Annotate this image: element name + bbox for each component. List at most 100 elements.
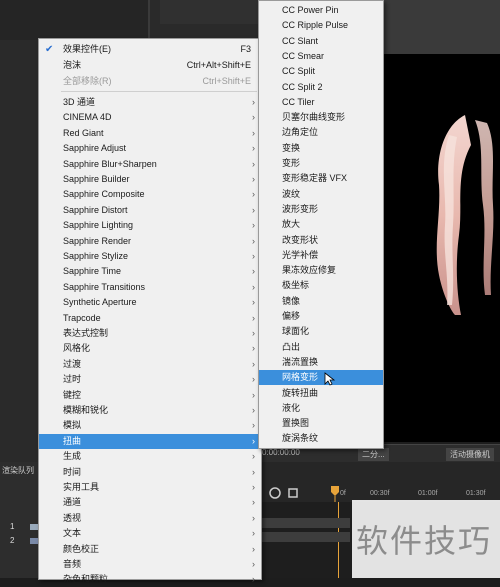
menu-item-sapphire-render[interactable]: Sapphire Render › [39,234,261,249]
menu-separator [61,91,257,92]
menu-item-时间[interactable]: 时间 › [39,465,261,480]
submenu-item-cc-ripple-pulse[interactable]: CC Ripple Pulse [259,18,383,33]
submenu-item-变换[interactable]: 变换 [259,141,383,156]
submenu-item-光学补偿[interactable]: 光学补偿 [259,248,383,263]
menu-item-扭曲[interactable]: 扭曲 › [39,433,261,449]
menu-item-label: Sapphire Blur+Sharpen [63,158,157,169]
layer-row-2[interactable]: 2 [10,536,14,545]
submenu-arrow-icon: › [252,281,255,292]
menu-item-sapphire-transitions[interactable]: Sapphire Transitions › [39,280,261,295]
submenu-arrow-icon: › [252,543,255,554]
submenu-item-变形[interactable]: 变形 [259,156,383,171]
submenu-item-label: 极坐标 [282,280,310,291]
submenu-item-cc-slant[interactable]: CC Slant [259,34,383,49]
menu-item-实用工具[interactable]: 实用工具 › [39,480,261,495]
menu-item-音频[interactable]: 音频 › [39,557,261,572]
menu-item-3d-通道[interactable]: 3D 通道 › [39,95,261,110]
submenu-item-凸出[interactable]: 凸出 [259,340,383,355]
menu-item-透视[interactable]: 透视 › [39,511,261,526]
submenu-item-果冻效应修复[interactable]: 果冻效应修复 [259,263,383,278]
distort-submenu: CC Power Pin CC Ripple Pulse CC Slant CC Sm… [258,0,384,449]
submenu-item-湍流置换[interactable]: 湍流置换 [259,355,383,370]
menu-item-模糊和锐化[interactable]: 模糊和锐化 › [39,403,261,418]
layer-row-1[interactable]: 1 [10,522,14,531]
submenu-arrow-icon: › [252,374,255,385]
menu-item-文本[interactable]: 文本 › [39,526,261,541]
submenu-arrow-icon: › [252,235,255,246]
submenu-item-cc-power-pin[interactable]: CC Power Pin [259,3,383,18]
submenu-item-放大[interactable]: 放大 [259,217,383,232]
timeline-switch-icon[interactable] [286,486,300,500]
submenu-item-置换图[interactable]: 置换图 [259,416,383,431]
menu-item-shortcut: Ctrl+Alt+Shift+E [186,60,251,70]
submenu-item-cc-smear[interactable]: CC Smear [259,49,383,64]
submenu-item-变形稳定器-vfx[interactable]: 变形稳定器 VFX [259,171,383,186]
submenu-item-label: 湍流置换 [282,356,319,367]
submenu-item-label: 光学补偿 [282,249,319,260]
menu-item-cinema-4d[interactable]: CINEMA 4D › [39,110,261,125]
submenu-arrow-icon: › [252,204,255,215]
submenu-item-cc-split[interactable]: CC Split [259,64,383,79]
submenu-item-波纹[interactable]: 波纹 [259,187,383,202]
menu-item-red-giant[interactable]: Red Giant › [39,126,261,141]
submenu-item-液化[interactable]: 液化 [259,401,383,416]
submenu-item-改变形状[interactable]: 改变形状 [259,233,383,248]
render-queue-tab[interactable]: 渲染队列 [2,465,34,476]
active-camera-dropdown[interactable]: 活动摄像机 [446,448,494,461]
submenu-item-镜像[interactable]: 镜像 [259,294,383,309]
menu-item-sapphire-stylize[interactable]: Sapphire Stylize › [39,249,261,264]
menu-item-过时[interactable]: 过时 › [39,372,261,387]
submenu-item-label: CC Slant [282,35,319,46]
menu-item-synthetic-aperture[interactable]: Synthetic Aperture › [39,295,261,310]
submenu-item-球面化[interactable]: 球面化 [259,324,383,339]
submenu-item-cc-split-2[interactable]: CC Split 2 [259,80,383,95]
submenu-item-波形变形[interactable]: 波形变形 [259,202,383,217]
timeline-switch-icon[interactable] [268,486,282,500]
view-dropdown[interactable]: 二分... [358,448,389,461]
menu-item-键控[interactable]: 键控 › [39,388,261,403]
menu-item-label: Trapcode [63,312,101,323]
menu-item-label: 过渡 [63,358,82,369]
submenu-item-贝塞尔曲线变形[interactable]: 贝塞尔曲线变形 [259,110,383,125]
submenu-arrow-icon: › [252,328,255,338]
menu-item-label: 模糊和锐化 [63,405,109,415]
menu-item-模拟[interactable]: 模拟 › [39,418,261,433]
submenu-item-网格变形[interactable]: 网格变形 [259,370,383,386]
menu-item-sapphire-lighting[interactable]: Sapphire Lighting › [39,218,261,233]
menu-item-sapphire-adjust[interactable]: Sapphire Adjust › [39,141,261,156]
submenu-item-label: 置换图 [282,418,310,429]
submenu-arrow-icon: › [252,189,255,200]
submenu-arrow-icon: › [252,512,255,523]
submenu-item-label: CC Smear [282,50,325,61]
menu-item-表达式控制[interactable]: 表达式控制 › [39,326,261,341]
menu-item-label: Sapphire Stylize [63,251,129,261]
menu-item-杂色和颗粒[interactable]: 杂色和颗粒 › [39,572,261,587]
submenu-item-偏移[interactable]: 偏移 [259,309,383,324]
menu-item-trapcode[interactable]: Trapcode › [39,311,261,326]
menu-item-过渡[interactable]: 过渡 › [39,357,261,372]
menu-item-风格化[interactable]: 风格化 › [39,341,261,356]
submenu-item-label: 镜像 [282,295,301,306]
submenu-item-旋转扭曲[interactable]: 旋转扭曲 [259,386,383,401]
menu-item-sapphire-distort[interactable]: Sapphire Distort › [39,203,261,218]
menu-item-sapphire-time[interactable]: Sapphire Time › [39,264,261,279]
menu-item-泡沫[interactable]: 泡沫 Ctrl+Alt+Shift+E [39,58,261,73]
menu-item-label: 生成 [63,451,82,462]
submenu-item-旋涡条纹[interactable]: 旋涡条纹 [259,431,383,446]
menu-item-通道[interactable]: 通道 › [39,495,261,510]
menu-item-sapphire-builder[interactable]: Sapphire Builder › [39,172,261,187]
menu-item-sapphire-composite[interactable]: Sapphire Composite › [39,187,261,202]
menu-item-效果控件-e[interactable]: ✔ 效果控件(E) F3 [39,42,261,57]
submenu-item-极坐标[interactable]: 极坐标 [259,278,383,293]
hair-image [436,115,494,315]
submenu-item-cc-tiler[interactable]: CC Tiler [259,95,383,110]
submenu-item-边角定位[interactable]: 边角定位 [259,125,383,140]
timeline-ruler[interactable]: 0f 00:30f 01:00f 01:30f [258,462,500,502]
menu-item-生成[interactable]: 生成 › [39,449,261,464]
submenu-item-label: 变形稳定器 VFX [282,173,348,184]
menu-item-颜色校正[interactable]: 颜色校正 › [39,542,261,557]
timecode-display[interactable]: 0:00:00:00 [262,448,300,457]
playhead-icon[interactable] [330,486,340,502]
submenu-arrow-icon: › [252,559,255,569]
menu-item-sapphire-blur-sharpen[interactable]: Sapphire Blur+Sharpen › [39,157,261,172]
